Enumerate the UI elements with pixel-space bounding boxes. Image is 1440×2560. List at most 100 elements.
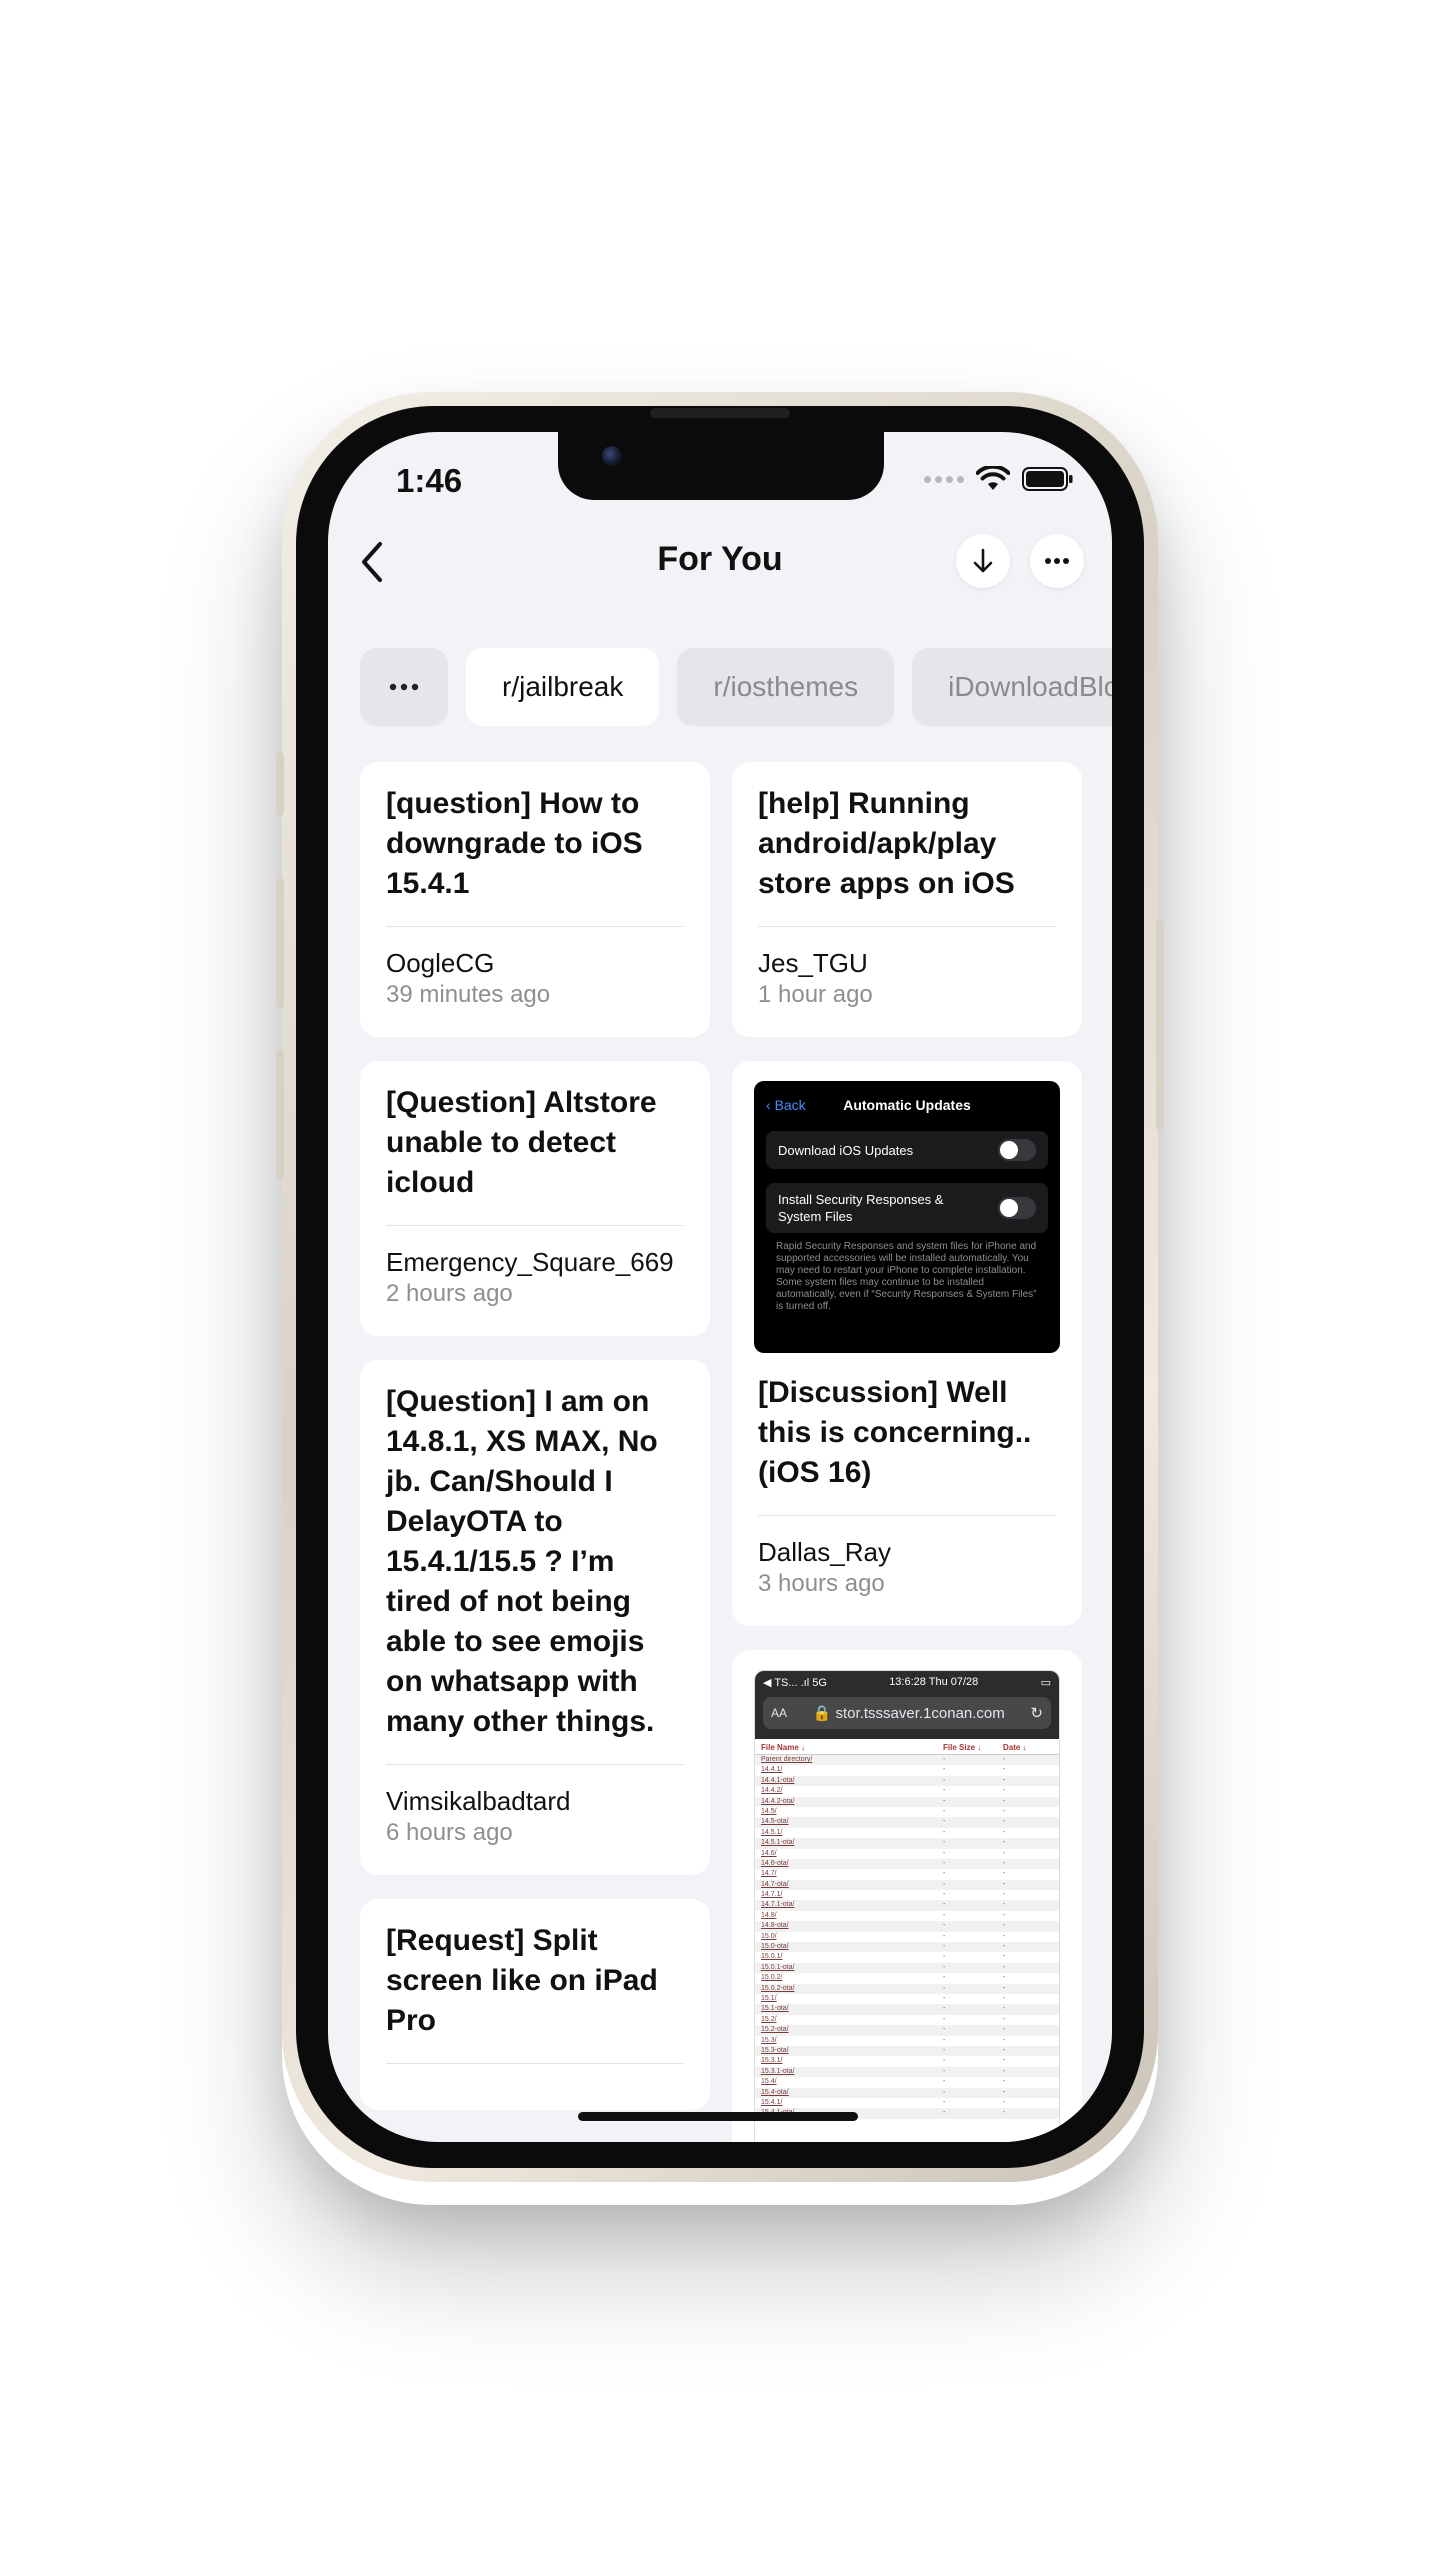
volume-up-button — [276, 878, 284, 1008]
more-button[interactable] — [1030, 534, 1084, 588]
chip-jailbreak[interactable]: r/jailbreak — [466, 648, 660, 726]
post-title: [Question] I am on 14.8.1, XS MAX, No jb… — [386, 1385, 658, 1738]
thumb-table-row: Parent directory/ - - — [755, 1755, 1059, 1766]
download-button[interactable] — [956, 534, 1010, 588]
row-date: - — [1003, 1870, 1006, 1878]
post-time: 39 minutes ago — [386, 981, 551, 1008]
row-size: - — [943, 2088, 946, 2096]
row-size: - — [943, 1807, 946, 1815]
row-date: - — [1003, 2078, 1006, 2086]
thumb-table-row: 14.6/ - - — [755, 1849, 1059, 1859]
row-date: - — [1003, 1911, 1006, 1919]
thumb-status-time: 13:6:28 Thu 07/28 — [889, 1676, 979, 1688]
row-date: - — [1003, 2109, 1006, 2117]
row-date: - — [1003, 1994, 1006, 2002]
row-name: 15.4-ota/ — [761, 2088, 789, 2096]
thumb-table-row: 14.5.1-ota/ - - — [755, 1838, 1059, 1849]
thumb-table-row: 15.0-ota/ - - — [755, 1942, 1059, 1953]
post-card[interactable]: [help] Running android/apk/play store ap… — [732, 762, 1082, 1037]
divider — [386, 1225, 684, 1226]
thumb-table-row: 15.0.1-ota/ - - — [755, 1962, 1059, 1974]
post-author: Dallas_Ray — [758, 1537, 891, 1567]
feed-left-column: [question] How to downgrade to iOS 15.4.… — [360, 762, 710, 2110]
chip-idownloadblog[interactable]: iDownloadBlog — [912, 648, 1112, 726]
toggle-icon — [998, 1197, 1036, 1219]
row-date: - — [1003, 1849, 1006, 1857]
row-date: - — [1003, 2067, 1006, 2075]
row-date: - — [1003, 1797, 1006, 1805]
row-name: 15.3/ — [761, 2036, 777, 2044]
row-name: 14.5.1/ — [761, 1828, 783, 1836]
post-card[interactable]: [Question] Altstore unable to detect icl… — [360, 1061, 710, 1336]
post-time: 2 hours ago — [386, 1280, 513, 1307]
post-card[interactable]: [Question] I am on 14.8.1, XS MAX, No jb… — [360, 1360, 710, 1875]
row-size: - — [943, 1756, 946, 1763]
row-size: - — [943, 1984, 946, 1992]
row-size: - — [943, 1974, 946, 1982]
row-name: 14.5/ — [761, 1807, 777, 1815]
thumb-url-bar: AA 🔒 stor.tsssaver.1conan.com ↻ — [755, 1693, 1059, 1739]
thumb-table-row: 15.3-ota/ - - — [755, 2045, 1059, 2057]
subreddit-chips: r/jailbreak r/iosthemes iDownloadBlog — [360, 648, 1112, 726]
row-date: - — [1003, 1776, 1006, 1784]
thumb-table-row: 15.1-ota/ - - — [755, 2004, 1059, 2015]
row-name: 15.0.2-ota/ — [761, 1984, 795, 1992]
feed-right-column: [help] Running android/apk/play store ap… — [732, 762, 1082, 2142]
row-size: - — [943, 2078, 946, 2086]
row-name: 15.0/ — [761, 1932, 777, 1940]
chips-more-button[interactable] — [360, 648, 448, 726]
thumb-table-body: Parent directory/ - - 14.4.1/ - - 14.4.1-ota/ -… — [755, 1755, 1059, 2119]
thumb-table-row: 14.8/ - - — [755, 1911, 1059, 1921]
thumb-aa: AA — [771, 1706, 788, 1720]
notch — [558, 432, 884, 500]
thumb-table-row: 15.0.2-ota/ - - — [755, 1983, 1059, 1994]
row-date: - — [1003, 2005, 1006, 2013]
row-size: - — [943, 2015, 946, 2023]
row-date: - — [1003, 1891, 1006, 1899]
thumb-table-row: 14.5/ - - — [755, 1807, 1059, 1817]
row-size: - — [943, 1828, 946, 1836]
post-card[interactable]: [question] How to downgrade to iOS 15.4.… — [360, 762, 710, 1037]
row-name: 15.2-ota/ — [761, 2026, 789, 2034]
row-size: - — [943, 1818, 946, 1826]
thumb-status-bar: ◀ TS... .ıl 5G 13:6:28 Thu 07/28 ▭ — [755, 1671, 1059, 1693]
post-title: [question] How to downgrade to iOS 15.4.… — [386, 787, 643, 900]
battery-icon — [1022, 467, 1073, 491]
row-date: - — [1003, 1963, 1006, 1971]
row-name: 15.0.1-ota/ — [761, 1963, 795, 1971]
post-author: OogleCG — [386, 948, 495, 978]
row-size: - — [943, 2098, 946, 2106]
row-name: 15.0-ota/ — [761, 1943, 789, 1951]
post-card[interactable]: ‹ Back Automatic Updates Download iOS Up… — [732, 1061, 1082, 1626]
divider — [386, 2063, 684, 2064]
row-size: - — [943, 1859, 946, 1867]
row-date: - — [1003, 1807, 1006, 1815]
post-card[interactable]: ◀ TS... .ıl 5G 13:6:28 Thu 07/28 ▭ AA 🔒 … — [732, 1650, 1082, 2142]
volume-down-button — [276, 1050, 284, 1180]
row-size: - — [943, 1787, 946, 1795]
row-name: 14.7/ — [761, 1870, 777, 1878]
row-name: 15.1/ — [761, 1994, 777, 2002]
screen: 1:46 For You r/jailbreak r/iosthemes iDo… — [328, 432, 1112, 2142]
chip-iosthemes[interactable]: r/iosthemes — [677, 648, 895, 726]
thumb-table-row: 14.7/ - - — [755, 1869, 1059, 1879]
row-name: 14.7-ota/ — [761, 1880, 789, 1888]
row-date: - — [1003, 1818, 1006, 1826]
thumb-table-row: 15.3.1-ota/ - - — [755, 2066, 1059, 2078]
thumb-table-row: 15.4-ota/ - - — [755, 2087, 1059, 2098]
row-date: - — [1003, 1922, 1006, 1930]
post-card[interactable]: [Request] Split screen like on iPad Pro — [360, 1899, 710, 2110]
row-name: 14.4.1/ — [761, 1766, 783, 1774]
row-date: - — [1003, 2026, 1006, 2034]
row-date: - — [1003, 1766, 1006, 1774]
row-name: 14.4.2-ota/ — [761, 1797, 795, 1805]
thumb-row: Install Security Responses & System File… — [766, 1183, 1048, 1233]
thumb-nav-bar: ‹ Back Automatic Updates — [766, 1093, 1048, 1117]
thumb-row-label: Download iOS Updates — [778, 1142, 914, 1158]
thumb-table-header: File Name ↓ File Size ↓ Date ↓ — [755, 1739, 1059, 1755]
row-size: - — [943, 2057, 946, 2065]
row-name: Parent directory/ — [761, 1756, 813, 1763]
row-name: 14.7.1-ota/ — [761, 1901, 795, 1909]
thumb-battery-icon: ▭ — [1040, 1676, 1051, 1689]
row-date: - — [1003, 1859, 1006, 1867]
